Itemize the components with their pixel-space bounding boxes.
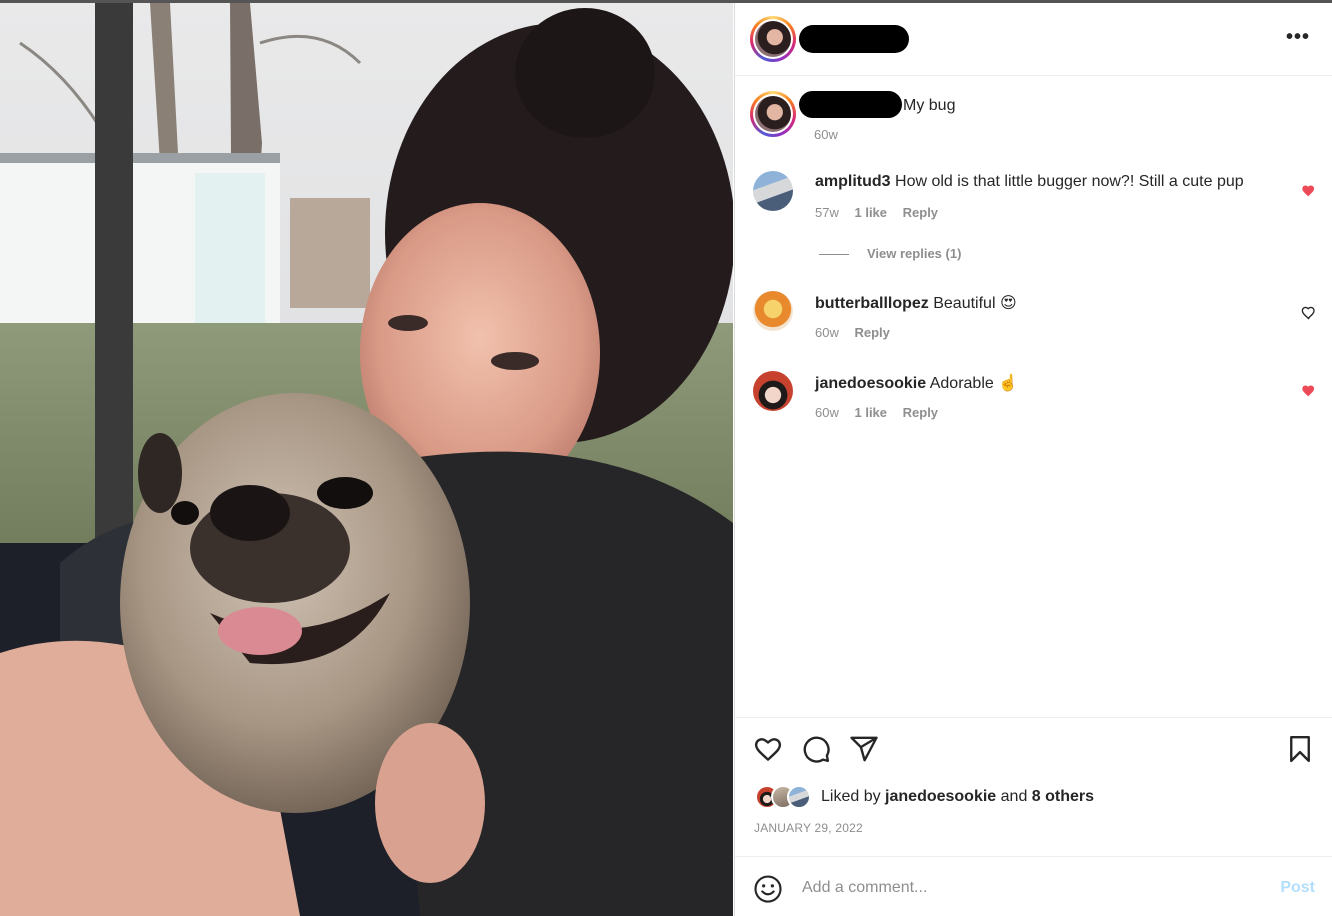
comment-text: Beautiful — [933, 295, 996, 312]
comment-avatar[interactable] — [753, 291, 793, 331]
comment-liked-heart-icon[interactable] — [1301, 183, 1317, 199]
comment-avatar[interactable] — [753, 171, 793, 211]
redacted-caption-username — [799, 91, 902, 118]
reply-button[interactable]: Reply — [903, 405, 938, 420]
add-comment-input[interactable] — [802, 873, 1242, 903]
author-avatar[interactable] — [750, 16, 796, 62]
post-header: ••• — [735, 3, 1332, 76]
post-date[interactable]: JANUARY 29, 2022 — [754, 821, 863, 835]
more-options-icon[interactable]: ••• — [1285, 27, 1311, 47]
comment-username[interactable]: janedoesookie — [815, 375, 926, 392]
redacted-username — [799, 25, 909, 53]
emoji-smiley-icon[interactable] — [753, 874, 783, 904]
comment-likes[interactable]: 1 like — [854, 205, 887, 220]
pointing-up-emoji-icon: ☝️ — [998, 375, 1019, 392]
comment-liked-heart-icon[interactable] — [1301, 383, 1317, 399]
caption-text: My bug — [903, 97, 956, 114]
comment-avatar[interactable] — [753, 371, 793, 411]
heart-eyes-emoji-icon: 😍 — [999, 295, 1017, 312]
post-actions — [735, 717, 1332, 857]
comment-bubble-icon[interactable] — [801, 734, 831, 764]
reply-button[interactable]: Reply — [854, 325, 889, 340]
comment-text: Adorable — [929, 375, 994, 392]
view-replies-link[interactable]: View replies (1) — [819, 246, 961, 261]
post-photo[interactable] — [0, 3, 733, 916]
like-heart-icon[interactable] — [753, 734, 783, 764]
share-send-icon[interactable] — [849, 734, 879, 764]
comment-username[interactable]: amplitud3 — [815, 173, 891, 190]
liker-avatar — [787, 785, 811, 809]
liked-by-user[interactable]: janedoesookie — [885, 788, 996, 805]
add-comment-bar: Post — [735, 856, 1332, 916]
comment-time: 60w — [815, 325, 839, 340]
liked-by-others[interactable]: 8 others — [1032, 788, 1094, 805]
post-comment-button[interactable]: Post — [1280, 879, 1315, 897]
comment-time: 57w — [815, 205, 839, 220]
caption-time: 60w — [814, 127, 838, 142]
comment-time: 60w — [815, 405, 839, 420]
post-details-panel: ••• My bug 60w amplitud3 How old is that… — [734, 3, 1332, 916]
save-bookmark-icon[interactable] — [1285, 734, 1315, 764]
reply-button[interactable]: Reply — [903, 205, 938, 220]
post-photo-image — [0, 3, 733, 916]
comment-text: How old is that little bugger now?! Stil… — [895, 173, 1244, 190]
comment-likes[interactable]: 1 like — [854, 405, 887, 420]
comment-username[interactable]: butterballlopez — [815, 295, 929, 312]
liked-by-summary: Liked by janedoesookie and 8 others — [821, 788, 1095, 805]
caption-author-avatar[interactable] — [750, 91, 796, 137]
comment-like-heart-icon[interactable] — [1301, 305, 1317, 321]
